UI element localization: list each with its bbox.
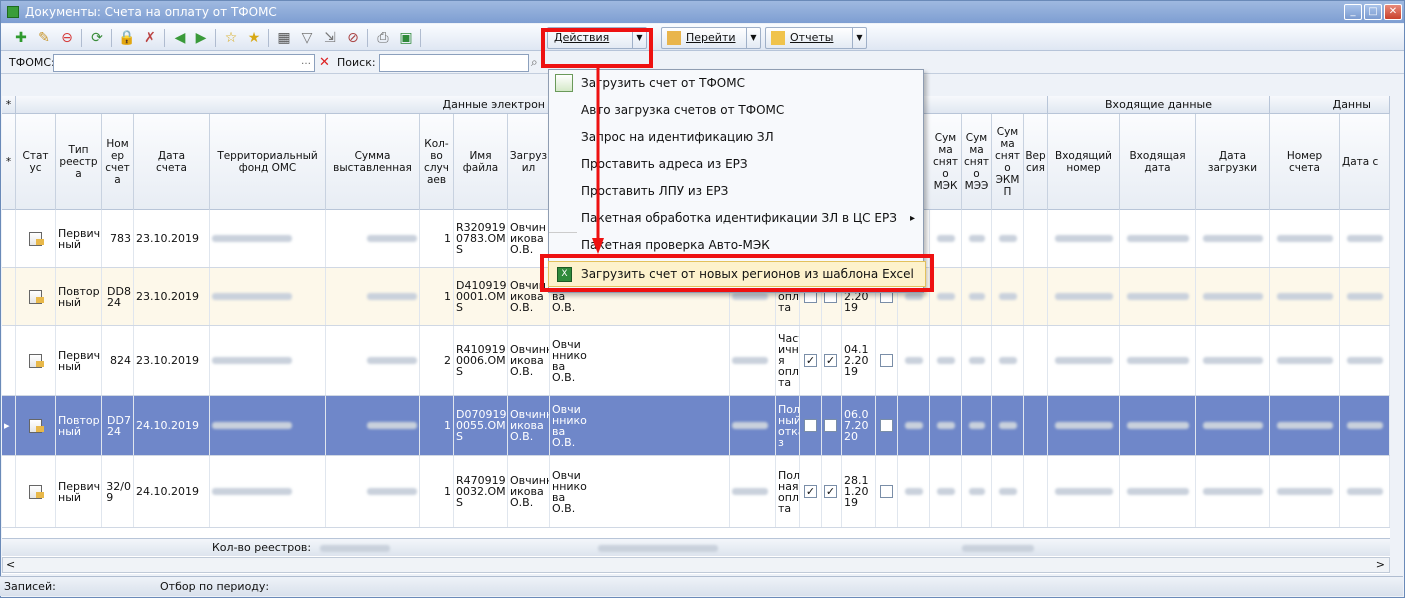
annotation-arrow <box>592 68 604 254</box>
